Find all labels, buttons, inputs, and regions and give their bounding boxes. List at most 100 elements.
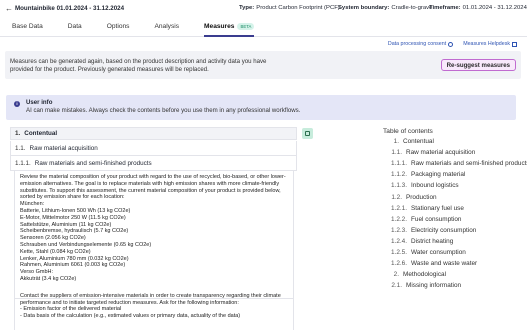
section-number: 1.1. [15,144,26,152]
boundary-value: Cradle-to-grave [391,5,433,11]
toc-item[interactable]: 2. Methodological [380,271,446,278]
section-row-contentual[interactable]: 1. Contentual [10,127,297,140]
toc-item[interactable]: 1.1.1. Raw materials and semi-finished pr… [381,160,527,167]
external-link-icon [512,41,517,47]
toc-item-number: 1.1.3. [391,182,407,190]
help-links: Data processing consent Measures Helpdes… [388,41,517,47]
material-item: Akkuträt (3.4 kg CO2e) [20,275,77,282]
toc-item-number: 1.2.5. [391,249,407,256]
supplier-paragraph: Contact the suppliers of emission-intens… [20,292,281,306]
toc-item[interactable]: 1.1. Raw material acquisition [380,149,475,156]
material-item: Lenker, Aluminium 780 mm (0.032 kg CO2e) [20,255,129,262]
tab-label: Options [106,22,130,30]
toc-item-label: Raw material acquisition [406,149,476,157]
toc-item-label: Production [406,193,437,201]
toc-item-number: 1.2.2. [391,215,407,223]
material-item: Batterie, Lithium-Ionen 500 Wh (13 kg CO… [20,207,131,214]
section-row-raw-material-acquisition[interactable]: 1.1. Raw material acquisition [10,141,297,156]
toc-item-label: Inbound logistics [411,182,459,190]
material-item: Schrauben und Verbindungselemente (0.65 … [20,241,152,248]
toc-item-label: Missing information [406,282,462,290]
material-item: Kette, Stahl (0.084 kg CO2e) [20,248,91,255]
timeframe-label: Timeframe: [429,5,461,11]
toc-item[interactable]: 2.1. Missing information [380,282,461,289]
toc-item-number: 1.2.6. [391,260,407,268]
toc-item-number: 1.2.1. [391,204,407,212]
toc-item-label: Water consumption [411,249,466,256]
location-heading: München: [20,201,45,208]
toc-item-number: 1. [393,138,399,145]
tab-options[interactable]: Options [107,16,130,36]
toc-item-label: Stationary fuel use [411,204,464,212]
bullet-item: - Data basis of the calculation (e.g., e… [20,313,241,320]
data-processing-consent-label: Data processing consent [387,41,447,47]
toc-item-number: 1.2. [391,193,402,201]
tab-measures[interactable]: Measures BETA [204,16,255,37]
beta-badge: BETA [237,22,255,30]
callout-title: User info [26,99,53,106]
toc-item-number: 2. [393,271,399,279]
tab-label: Analysis [154,22,180,30]
toc-item[interactable]: 1.2.6. Waste and waste water [381,260,477,267]
tab-data[interactable]: Data [68,16,82,36]
toc-item[interactable]: 1.2.3. Electricity consumption [381,227,476,234]
back-arrow-icon[interactable]: ← [5,4,15,13]
callout-text: AI can make mistakes. Always check the c… [26,107,301,114]
toc-item-number: 1.1. [391,149,402,157]
info-icon: i [14,101,20,107]
boundary-meta: System boundary: Cradle-to-grave [338,0,432,16]
tab-label: Data [67,22,82,30]
regenerate-info-box: Measures can be generated again, based o… [5,51,521,79]
toc-title: Table of contents [383,128,433,135]
toc-item-number: 2.1. [391,282,402,290]
toc-item[interactable]: 1.2.2. Fuel consumption [381,216,461,223]
toc-item-label: District heating [411,237,454,245]
material-item: Sattelstütze, Aluminium (11 kg CO2e) [20,221,112,228]
tab-analysis[interactable]: Analysis [154,16,179,36]
toc-item[interactable]: 1.2.4. District heating [381,238,453,245]
product-title: Mountainbike 01.01.2024 - 31.12.2024 [15,4,125,12]
tab-base-data[interactable]: Base Data [12,16,43,36]
measures-helpdesk-link[interactable]: Measures Helpdesk [463,41,517,47]
copy-icon [305,131,310,136]
toc-item-label: Waste and waste water [411,260,478,268]
measures-helpdesk-label: Measures Helpdesk [463,41,510,47]
toc-item[interactable]: 1. Contentual [380,138,434,145]
material-item: Sensoren (2.056 kg CO2e) [20,235,86,242]
measure-content: Review the material composition of your … [14,171,294,330]
type-meta: Type: Product Carbon Footprint (PCF) [239,0,340,16]
toc-item-label: Fuel consumption [411,215,462,223]
toc-item-label: Raw materials and semi-finished products [411,160,527,168]
timeframe-meta: Timeframe: 01.01.2024 - 31.12.2024 [429,0,527,16]
section-number: 1. [15,130,21,137]
section-row-raw-materials[interactable]: 1.1.1. Raw materials and semi-finished p… [10,156,297,171]
tab-label: Base Data [12,22,43,30]
boundary-label: System boundary: [338,5,390,11]
tab-bar: Base Data Data Options Analysis Measures… [0,16,527,37]
toc-item[interactable]: 1.2.5. Water consumption [381,249,466,256]
toc-item-number: 1.2.3. [391,226,407,234]
copy-button[interactable] [302,128,313,139]
toc-item[interactable]: 1.1.3. Inbound logistics [381,182,459,189]
toc-item-label: Packaging material [411,171,466,179]
location-heading: Verso GmbH: [20,269,54,276]
toc-item[interactable]: 1.1.2. Packaging material [381,171,465,178]
type-value: Product Carbon Footprint (PCF) [256,5,340,11]
material-item: Rahmen, Aluminium 6061 (0.003 kg CO2e) [20,262,126,269]
toc-item-number: 1.1.2. [391,171,407,179]
regenerate-info-text: Measures can be generated again, based o… [10,58,267,74]
toc-item-label: Electricity consumption [411,226,477,234]
bullet-item: - Emission factor of the delivered mater… [20,306,122,313]
info-circle-icon [448,41,454,47]
data-processing-consent-link[interactable]: Data processing consent [387,41,454,47]
toc-item[interactable]: 1.2.1. Stationary fuel use [381,205,464,212]
measure-intro: Review the material composition of your … [20,174,286,201]
toc-item[interactable]: 1.2. Production [380,193,437,201]
section-label: Raw materials and semi-finished products [34,159,152,167]
tab-label: Measures [204,22,235,30]
resuggest-measures-button[interactable]: Re-suggest measures [440,59,516,71]
section-number: 1.1.1. [15,159,31,167]
material-item: E-Motor, Mittelmotor 250 W (11.5 kg CO2e… [20,214,126,221]
section-label: Raw material acquisition [29,144,98,152]
toc-item-label: Methodological [403,271,446,279]
